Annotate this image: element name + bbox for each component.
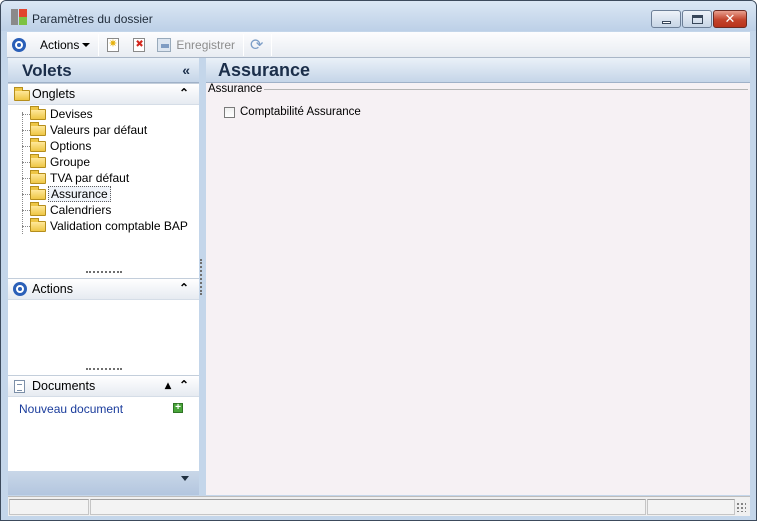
close-icon: ✕ xyxy=(724,11,736,27)
tree-item-label: Assurance xyxy=(48,186,111,202)
groupbox-label: Assurance xyxy=(208,83,265,95)
maximize-button[interactable] xyxy=(682,10,712,28)
onglets-tree: Devises Valeurs par défaut Options Group… xyxy=(8,106,199,276)
open-folder-icon xyxy=(30,186,46,200)
tree-item-valeurs-par-defaut[interactable]: Valeurs par défaut xyxy=(8,122,199,138)
tree-connector xyxy=(22,178,30,179)
title-bar[interactable]: Paramètres du dossier ✕ xyxy=(1,1,756,31)
window: Paramètres du dossier ✕ Actions Enregist… xyxy=(0,0,757,521)
delete-document-icon xyxy=(133,37,146,52)
onglets-section-label: Onglets xyxy=(32,87,76,101)
tree-item-label: Groupe xyxy=(50,155,91,169)
tree-item-label: TVA par défaut xyxy=(50,171,130,185)
window-title: Paramètres du dossier xyxy=(32,12,153,26)
page-title: Assurance xyxy=(218,60,311,80)
toolbar-separator xyxy=(98,33,100,56)
app-icon xyxy=(11,9,27,25)
resize-grip[interactable] xyxy=(736,502,746,512)
tree-item-assurance[interactable]: Assurance xyxy=(8,186,199,202)
tree-connector xyxy=(22,162,30,163)
minimize-icon xyxy=(661,21,671,24)
actions-menu-label: Actions xyxy=(40,37,80,52)
target-icon xyxy=(13,282,27,296)
documents-section-header[interactable]: Documents ▴ ⌃ xyxy=(8,375,199,397)
documents-section-label: Documents xyxy=(32,379,96,393)
delete-item-button[interactable] xyxy=(131,34,146,56)
actions-section-body xyxy=(8,301,199,373)
status-cell xyxy=(647,499,735,515)
side-panel-footer[interactable] xyxy=(8,471,199,495)
splitter-grip[interactable] xyxy=(86,368,122,370)
actions-section-header[interactable]: Actions ⌃ xyxy=(8,278,199,300)
tree-item-options[interactable]: Options xyxy=(8,138,199,154)
tree-item-label: Calendriers xyxy=(50,203,112,217)
folder-icon xyxy=(14,87,30,101)
new-item-button[interactable] xyxy=(105,34,120,56)
document-icon xyxy=(14,380,25,393)
chevron-up-icon[interactable]: ▴ xyxy=(165,378,171,392)
status-cell xyxy=(9,499,89,515)
folder-icon xyxy=(30,138,46,152)
new-document-icon xyxy=(107,37,120,52)
vertical-splitter-grip[interactable] xyxy=(200,259,202,295)
tree-connector xyxy=(22,114,30,115)
collapse-panel-icon[interactable]: « xyxy=(182,62,190,78)
save-button[interactable]: Enregistrer xyxy=(157,34,235,56)
toolbar: Actions Enregistrer ⟳ xyxy=(7,32,750,58)
tree-item-label: Options xyxy=(50,139,92,153)
folder-icon xyxy=(30,202,46,216)
tree-item-label: Validation comptable BAP xyxy=(50,219,188,233)
actions-menu-icon-button[interactable] xyxy=(12,34,26,56)
toolbar-separator xyxy=(271,33,273,56)
tree-item-validation-comptable-bap[interactable]: Validation comptable BAP xyxy=(8,218,199,234)
comptabilite-assurance-option[interactable]: Comptabilité Assurance xyxy=(224,106,361,118)
status-cell xyxy=(90,499,646,515)
tree-connector xyxy=(22,210,30,211)
new-document-link[interactable]: Nouveau document xyxy=(19,402,123,416)
toolbar-separator xyxy=(243,33,245,56)
minimize-button[interactable] xyxy=(651,10,681,28)
maximize-icon xyxy=(691,14,703,24)
add-icon[interactable]: + xyxy=(173,403,183,413)
tree-connector xyxy=(22,194,30,195)
refresh-icon: ⟳ xyxy=(250,35,264,54)
chevron-down-icon[interactable] xyxy=(181,476,189,481)
actions-section-label: Actions xyxy=(32,282,73,296)
tree-item-label: Valeurs par défaut xyxy=(50,123,148,137)
checkbox-label: Comptabilité Assurance xyxy=(240,106,361,118)
onglets-section-header[interactable]: Onglets ⌃ xyxy=(8,83,199,105)
folder-icon xyxy=(30,154,46,168)
tree-item-label: Devises xyxy=(50,107,93,121)
folder-icon xyxy=(30,170,46,184)
close-button[interactable]: ✕ xyxy=(713,10,747,28)
tree-connector xyxy=(22,226,30,227)
caret-down-icon xyxy=(82,42,91,47)
tree-connector xyxy=(22,146,30,147)
tree-item-tva-par-defaut[interactable]: TVA par défaut xyxy=(8,170,199,186)
side-panel: Volets « Onglets ⌃ Devises Valeurs par d… xyxy=(8,58,199,495)
status-bar xyxy=(8,496,750,516)
collapse-section-icon[interactable]: ⌃ xyxy=(179,281,189,295)
tree-connector xyxy=(22,130,30,131)
side-panel-title: Volets xyxy=(22,61,72,80)
tree-item-calendriers[interactable]: Calendriers xyxy=(8,202,199,218)
actions-menu-button[interactable]: Actions xyxy=(40,34,91,56)
tree-item-devises[interactable]: Devises xyxy=(8,106,199,122)
collapse-section-icon[interactable]: ⌃ xyxy=(179,378,189,392)
refresh-button[interactable]: ⟳ xyxy=(250,34,263,56)
splitter-grip[interactable] xyxy=(86,271,122,273)
folder-icon xyxy=(30,218,46,232)
save-icon xyxy=(157,37,172,52)
save-label: Enregistrer xyxy=(176,37,236,52)
folder-icon xyxy=(30,106,46,120)
groupbox-border xyxy=(258,89,748,90)
target-icon xyxy=(12,37,26,52)
side-panel-header: Volets « xyxy=(8,58,199,83)
main-content: Assurance Assurance Comptabilité Assuran… xyxy=(206,58,750,495)
page-header: Assurance xyxy=(206,58,750,83)
tree-item-groupe[interactable]: Groupe xyxy=(8,154,199,170)
comptabilite-assurance-checkbox[interactable] xyxy=(224,106,235,118)
collapse-section-icon[interactable]: ⌃ xyxy=(179,86,189,100)
folder-icon xyxy=(30,122,46,136)
